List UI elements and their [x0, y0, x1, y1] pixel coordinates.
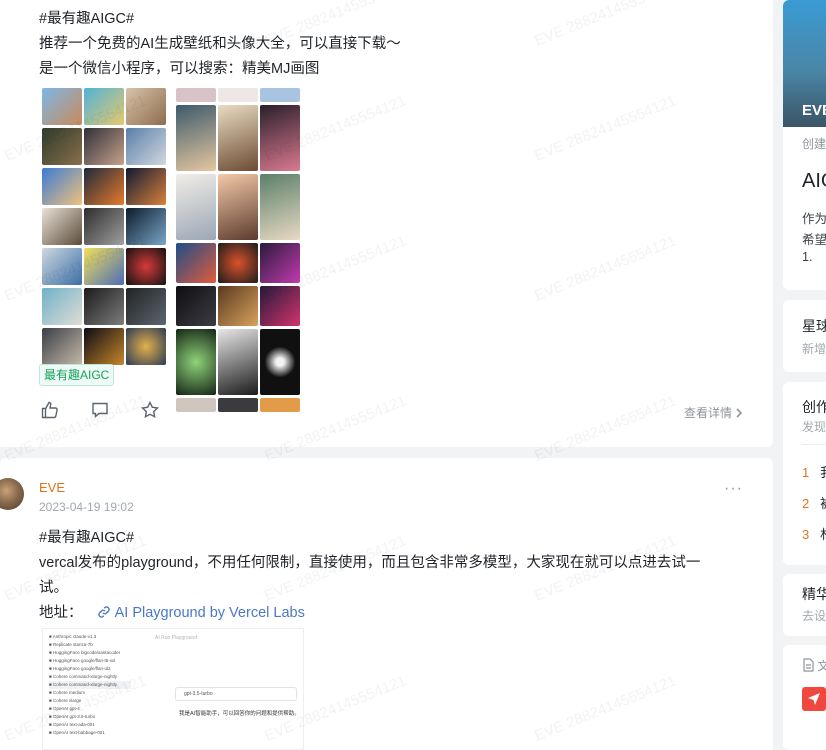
- creation-card: 创作 发现 1 我 2 被 3 林: [783, 382, 826, 565]
- post-card: EVE 2023-04-19 19:02 ··· #最有趣AIGC# verca…: [0, 458, 773, 750]
- group-desc: 1.: [802, 250, 813, 264]
- post-hashtag[interactable]: #最有趣AIGC#: [39, 526, 134, 547]
- shot-model-row: ■ Cohere command-xlarge-nightly: [49, 681, 131, 689]
- shot-model-row: ■ Cohere xlarge: [49, 698, 82, 703]
- like-icon[interactable]: [40, 400, 60, 420]
- share-icon[interactable]: [802, 687, 826, 711]
- created-label: 创建: [802, 137, 826, 151]
- rank-item[interactable]: 3 林: [802, 524, 826, 543]
- feed: #最有趣AIGC# 推荐一个免费的AI生成壁纸和头像大全，可以直接下载～ 是一个…: [0, 0, 773, 750]
- shot-model-row: ■ HuggingFace google/flan-ul2: [49, 666, 111, 671]
- link-icon: [97, 606, 110, 618]
- shot-model-row: ■ Anthropic claude-v1.3: [49, 634, 97, 639]
- topic-tag[interactable]: 最有趣AIGC: [39, 364, 115, 386]
- post-text-line: 推荐一个免费的AI生成壁纸和头像大全，可以直接下载～: [39, 36, 401, 52]
- post-actions: [40, 400, 190, 420]
- doc-label: 文: [817, 659, 826, 673]
- view-details-label: 查看详情: [683, 406, 732, 420]
- post-text-line: 是一个微信小程序，可以搜索：精美MJ画图: [39, 61, 320, 77]
- essence-card[interactable]: 精华 去设: [783, 574, 826, 636]
- view-details-link[interactable]: 查看详情: [684, 404, 743, 421]
- rank-item[interactable]: 1 我: [802, 462, 826, 481]
- post-image-screenshot[interactable]: AI Run Playground ■ Anthropic claude-v1.…: [42, 628, 304, 750]
- star-icon[interactable]: [140, 400, 160, 420]
- post-address-line: 地址： AI Playground by Vercel Labs: [39, 601, 305, 622]
- banner-label: EVE: [802, 102, 826, 119]
- section-subtitle: 发现: [802, 420, 826, 434]
- group-desc: 希望: [802, 233, 826, 247]
- comment-icon[interactable]: [90, 400, 110, 420]
- document-icon: [803, 658, 814, 672]
- section-title: 创作: [802, 399, 826, 415]
- post-text-line: 试。: [39, 580, 68, 596]
- shot-input: gpt-3.5-turbo: [175, 687, 297, 701]
- shot-model-row: ■ Cohere command-xlarge-nightly: [49, 674, 117, 679]
- chevron-right-icon: [736, 407, 743, 418]
- group-info-card: EVE 创建 AIG 作为 希望 1.: [783, 0, 826, 290]
- shot-model-row: ■ HuggingFace google/flan-t5-xxl: [49, 658, 116, 663]
- right-sidebar: EVE 创建 AIG 作为 希望 1. 星球 新增 创作 发现 1 我 2 被 …: [783, 0, 826, 750]
- author-name[interactable]: EVE: [39, 480, 65, 495]
- group-desc: 作为: [802, 212, 826, 226]
- shot-header: AI Run Playground: [155, 635, 197, 641]
- group-banner: EVE: [783, 0, 826, 127]
- shot-model-list: ■ Anthropic claude-v1.3 ■ Replicate stanz…: [49, 633, 131, 737]
- shot-input-text: gpt-3.5-turbo: [184, 691, 213, 697]
- shot-model-row: ■ OpenAI gpt-3.5-turbo: [49, 714, 96, 719]
- post-hashtag[interactable]: #最有趣AIGC#: [39, 7, 134, 28]
- shot-model-row: ■ OpenAI text-babbage-001: [49, 730, 105, 735]
- post-image-avatars[interactable]: [42, 88, 166, 371]
- section-subtitle: 去设: [802, 609, 826, 623]
- rank-item[interactable]: 2 被: [802, 493, 826, 512]
- shot-model-row: ■ Replicate stanza-7b: [49, 642, 93, 647]
- shot-model-row: ■ OpenAI text-ada-001: [49, 722, 95, 727]
- post-image-portraits[interactable]: [176, 88, 300, 412]
- planet-card[interactable]: 星球 新增: [783, 300, 826, 372]
- post-date: 2023-04-19 19:02: [39, 500, 134, 514]
- section-subtitle: 新增: [802, 342, 826, 356]
- more-options-icon[interactable]: ···: [724, 480, 743, 498]
- avatar[interactable]: [0, 478, 24, 510]
- shot-response-text: 我是AI智能助手，可以回答你的问题和提供帮助。: [179, 711, 300, 717]
- doc-item[interactable]: 文: [802, 657, 826, 674]
- playground-link[interactable]: AI Playground by Vercel Labs: [115, 605, 305, 621]
- files-card: 文: [783, 645, 826, 750]
- post-card: #最有趣AIGC# 推荐一个免费的AI生成壁纸和头像大全，可以直接下载～ 是一个…: [0, 0, 773, 447]
- section-title: 星球: [802, 318, 826, 334]
- post-text-line: vercal发布的playground，不用任何限制，直接使用，而且包含非常多模…: [39, 555, 701, 571]
- shot-model-row: ■ HuggingFace bigcode/santacoder: [49, 650, 121, 655]
- shot-model-row: ■ Cohere medium: [49, 690, 85, 695]
- shot-model-row: ■ OpenAI gpt-4: [49, 706, 80, 711]
- section-title: 精华: [802, 586, 826, 602]
- address-label: 地址：: [39, 605, 83, 621]
- group-title: AIG: [802, 170, 826, 192]
